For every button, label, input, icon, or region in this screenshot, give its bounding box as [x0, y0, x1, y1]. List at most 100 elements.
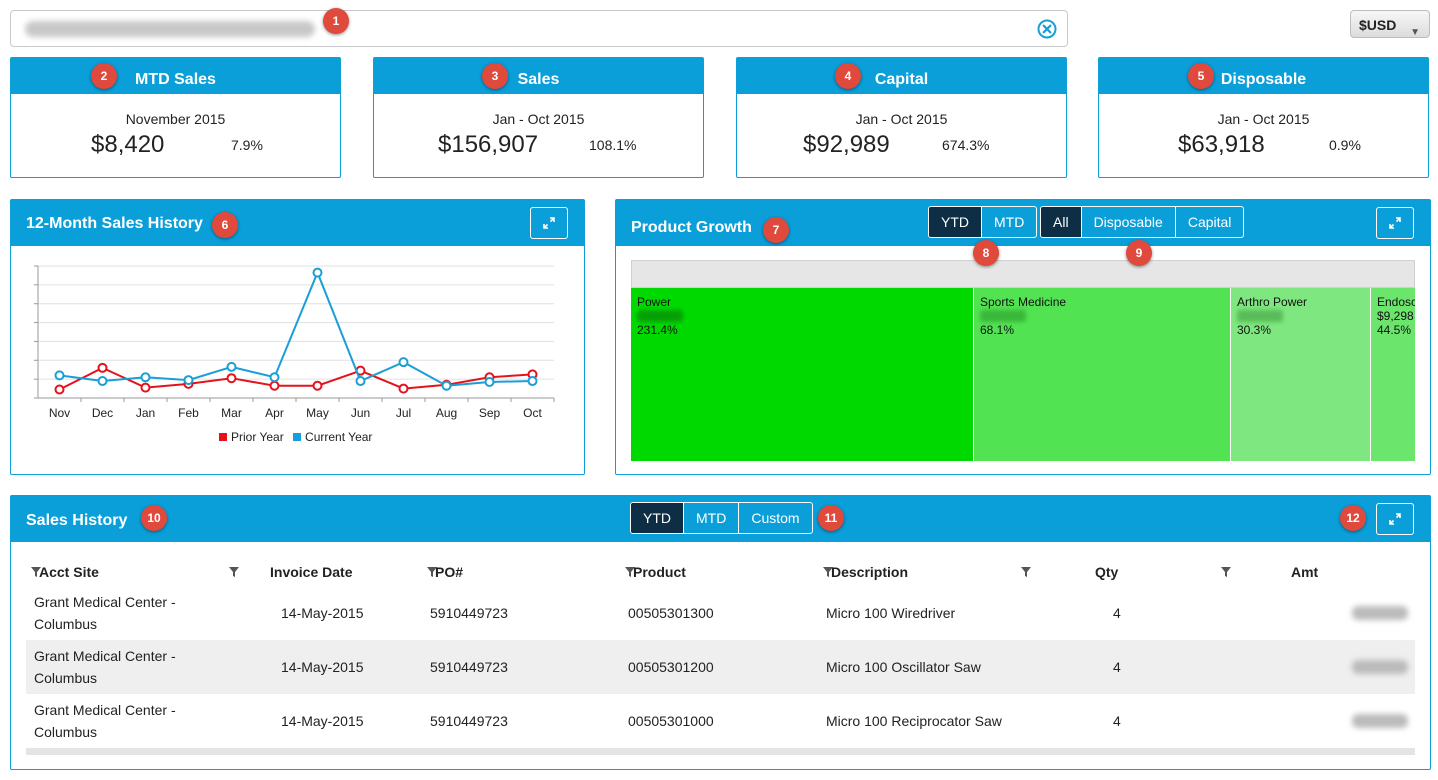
legend-label-current: Current Year [305, 430, 373, 444]
column-header-amt[interactable]: Amt [1291, 564, 1318, 580]
callout-badge: 10 [141, 505, 167, 531]
x-tick-label: Apr [265, 406, 284, 420]
data-point[interactable] [269, 372, 280, 383]
x-tick-label: Nov [49, 406, 70, 420]
treemap-amount-blurred [637, 310, 683, 322]
data-point[interactable] [97, 362, 108, 373]
cell-acct-site-line2: Columbus [34, 724, 98, 740]
data-point[interactable] [441, 380, 452, 391]
cell-amt-blurred [1352, 606, 1408, 620]
callout-badge: 9 [1126, 240, 1152, 266]
kpi-title: MTD Sales [11, 58, 340, 94]
treemap-cell-power[interactable]: Power 231.4% [631, 288, 974, 461]
tab-mtd[interactable]: MTD [981, 207, 1036, 237]
data-point[interactable] [312, 380, 323, 391]
table-row[interactable]: Grant Medical Center - Columbus 14-May-2… [26, 694, 1415, 748]
data-point[interactable] [140, 372, 151, 383]
column-header-qty[interactable]: Qty [1095, 564, 1118, 580]
data-point[interactable] [355, 376, 366, 387]
table-row[interactable]: Grant Medical Center - Columbus 14-May-2… [26, 586, 1415, 640]
table-row[interactable]: Grant Medical Center - Columbus 14-May-2… [26, 640, 1415, 694]
treemap-cell-pct: 44.5% [1377, 323, 1412, 337]
callout-badge: 7 [763, 217, 789, 243]
data-point[interactable] [269, 380, 280, 391]
column-header-acct-site[interactable]: Acct Site [39, 564, 99, 580]
kpi-percent: 0.9% [1329, 137, 1361, 153]
data-point[interactable] [226, 373, 237, 384]
legend-swatch-prior [219, 433, 227, 441]
data-point[interactable] [398, 357, 409, 368]
cell-invoice-date: 14-May-2015 [281, 713, 364, 729]
currency-value: $USD [1359, 17, 1397, 33]
tab-all[interactable]: All [1041, 207, 1081, 237]
tab-ytd[interactable]: YTD [631, 503, 683, 533]
cell-po: 5910449723 [430, 659, 508, 675]
data-point[interactable] [183, 375, 194, 386]
kpi-period: Jan - Oct 2015 [855, 111, 948, 127]
kpi-title: Sales [374, 58, 703, 94]
tab-capital[interactable]: Capital [1174, 207, 1244, 237]
treemap-cell-arthro-power[interactable]: Arthro Power 30.3% [1231, 288, 1371, 461]
period-toggle: YTD MTD Custom [630, 502, 813, 534]
column-header-product[interactable]: Product [633, 564, 686, 580]
filter-icon[interactable] [229, 567, 239, 577]
cell-acct-site-line2: Columbus [34, 616, 98, 632]
expand-button[interactable] [1376, 503, 1414, 535]
tab-custom[interactable]: Custom [738, 503, 811, 533]
series-line-current-year [59, 269, 533, 387]
column-header-invoice-date[interactable]: Invoice Date [270, 564, 352, 580]
x-tick-label: Feb [178, 406, 199, 420]
data-point[interactable] [527, 376, 538, 387]
expand-icon [543, 217, 555, 229]
callout-badge: 2 [91, 63, 117, 89]
data-point[interactable] [312, 267, 323, 278]
treemap-cell-sports-medicine[interactable]: Sports Medicine 68.1% [974, 288, 1231, 461]
column-header-po[interactable]: PO# [435, 564, 463, 580]
kpi-card-disposable: Disposable Jan - Oct 2015 $63,918 0.9% [1098, 57, 1429, 178]
chart-legend: Prior Year Current Year [219, 430, 372, 444]
kpi-period: Jan - Oct 2015 [492, 111, 585, 127]
treemap-cell-label: Power [637, 295, 672, 309]
column-header-description[interactable]: Description [831, 564, 908, 580]
filter-icon[interactable] [1021, 567, 1031, 577]
treemap-amount-blurred [1237, 310, 1283, 322]
treemap-cell-endosc[interactable]: Endosc $9,298 44.5% [1371, 288, 1415, 461]
x-tick-label: Aug [436, 406, 457, 420]
account-search-input[interactable] [10, 10, 1068, 47]
currency-select[interactable]: $USD ▼ [1350, 10, 1430, 38]
data-point[interactable] [226, 361, 237, 372]
product-filter-toggle: All Disposable Capital [1040, 206, 1245, 238]
panel-header: 12-Month Sales History [11, 200, 584, 246]
tab-mtd[interactable]: MTD [683, 503, 738, 533]
data-point[interactable] [97, 376, 108, 387]
cell-amt-blurred [1352, 714, 1408, 728]
data-point[interactable] [484, 376, 495, 387]
cell-acct-site-line1: Grant Medical Center - [34, 648, 176, 664]
data-point[interactable] [398, 383, 409, 394]
callout-badge: 6 [212, 212, 238, 238]
expand-button[interactable] [530, 207, 568, 239]
kpi-value: $8,420 [91, 131, 165, 158]
period-toggle: YTD MTD [928, 206, 1038, 238]
expand-button[interactable] [1376, 207, 1414, 239]
kpi-value: $92,989 [803, 131, 890, 158]
data-point[interactable] [140, 382, 151, 393]
x-tick-label: Jul [396, 406, 411, 420]
filter-icon[interactable] [1221, 567, 1231, 577]
data-point[interactable] [54, 384, 65, 395]
kpi-percent: 7.9% [231, 137, 263, 153]
tab-ytd[interactable]: YTD [929, 207, 981, 237]
treemap-cell-pct: 231.4% [637, 323, 678, 337]
horizontal-scrollbar[interactable] [26, 748, 1415, 755]
callout-badge: 3 [482, 63, 508, 89]
x-tick-label: Oct [523, 406, 542, 420]
cell-acct-site-line1: Grant Medical Center - [34, 702, 176, 718]
tab-disposable[interactable]: Disposable [1080, 207, 1175, 237]
kpi-card-capital: Capital Jan - Oct 2015 $92,989 674.3% [736, 57, 1067, 178]
callout-badge: 1 [323, 8, 349, 34]
panel-header: Product Growth YTD MTD All Disposable Ca… [616, 200, 1430, 246]
cell-po: 5910449723 [430, 605, 508, 621]
data-point[interactable] [54, 370, 65, 381]
treemap-cell-label: Arthro Power [1237, 295, 1308, 309]
clear-icon[interactable] [1037, 19, 1057, 39]
